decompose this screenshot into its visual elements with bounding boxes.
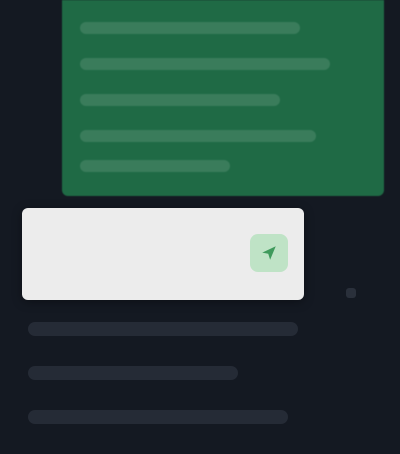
list-item[interactable] — [28, 410, 288, 424]
message-text-line — [80, 130, 316, 142]
options-icon[interactable] — [346, 288, 356, 298]
list-item[interactable] — [28, 366, 238, 380]
message-input[interactable] — [40, 232, 244, 274]
list-item[interactable] — [28, 322, 298, 336]
message-composer — [22, 208, 304, 300]
message-bubble — [62, 0, 384, 196]
message-text-line — [80, 22, 300, 34]
send-icon — [260, 244, 278, 262]
chat-screen — [0, 0, 400, 454]
message-text-line — [80, 160, 230, 172]
message-text-line — [80, 58, 330, 70]
send-button[interactable] — [250, 234, 288, 272]
message-text-line — [80, 94, 280, 106]
